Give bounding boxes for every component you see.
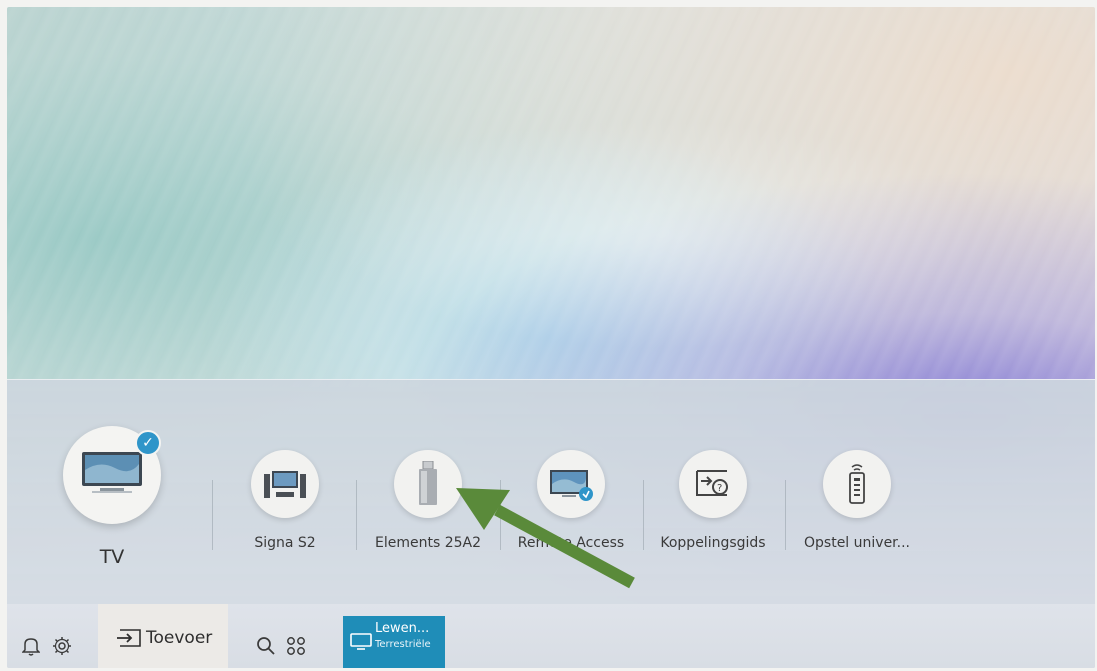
source-elements-label: Elements 25A2 [374, 535, 481, 551]
source-elements-circle[interactable] [394, 450, 462, 518]
tv-circle[interactable]: ✓ [63, 426, 161, 524]
wallpaper [7, 7, 1095, 387]
divider [785, 480, 786, 550]
divider [356, 480, 357, 550]
divider [212, 480, 213, 550]
connection-guide-icon: ? [696, 470, 728, 496]
source-opstel-circle[interactable] [823, 450, 891, 518]
svg-text:?: ? [717, 483, 722, 494]
live-tv-title: Lewen... [375, 621, 430, 636]
source-tv[interactable]: ✓ TV [62, 426, 162, 568]
source-elements-25a2[interactable]: Elements 25A2 [358, 450, 498, 551]
usb-drive-icon [419, 461, 437, 505]
live-tv-subtitle: Terrestriële [375, 639, 431, 650]
bell-icon[interactable] [22, 636, 40, 656]
bottom-bar: Toevoer Lewen... Terrestriële [7, 604, 1095, 668]
universal-remote-icon [849, 464, 865, 504]
source-signa-s2-label: Signa S2 [254, 535, 316, 551]
tab-toevoer[interactable]: Toevoer [98, 604, 228, 668]
tv-small-icon [350, 633, 372, 650]
apps-icon[interactable] [286, 636, 306, 656]
source-remote-access[interactable]: Remote Access [501, 450, 641, 551]
source-panel: ✓ TV Signa S2 Elements 25A2 Remote Acces… [7, 379, 1095, 608]
source-signa-s2-circle[interactable] [251, 450, 319, 518]
remote-access-icon [550, 470, 593, 501]
input-source-icon [117, 629, 141, 647]
source-signa-s2[interactable]: Signa S2 [215, 450, 355, 551]
source-koppelingsgids[interactable]: ? Koppelingsgids [643, 450, 783, 551]
source-koppelingsgids-circle[interactable]: ? [679, 450, 747, 518]
source-opstel-label: Opstel univer... [804, 535, 910, 551]
search-icon[interactable] [256, 636, 276, 656]
source-remote-access-circle[interactable] [537, 450, 605, 518]
tv-screen: ✓ TV Signa S2 Elements 25A2 Remote Acces… [7, 7, 1095, 668]
source-tv-label: TV [99, 546, 125, 568]
live-tv-tile[interactable]: Lewen... Terrestriële [343, 616, 445, 668]
home-theater-icon [264, 471, 306, 498]
gear-icon[interactable] [52, 636, 72, 656]
source-opstel-univer[interactable]: Opstel univer... [787, 450, 927, 551]
source-remote-access-label: Remote Access [517, 535, 625, 551]
selected-check-icon: ✓ [135, 430, 161, 456]
tab-toevoer-label: Toevoer [146, 628, 213, 648]
source-koppelingsgids-label: Koppelingsgids [660, 535, 766, 551]
tv-icon [82, 452, 142, 493]
